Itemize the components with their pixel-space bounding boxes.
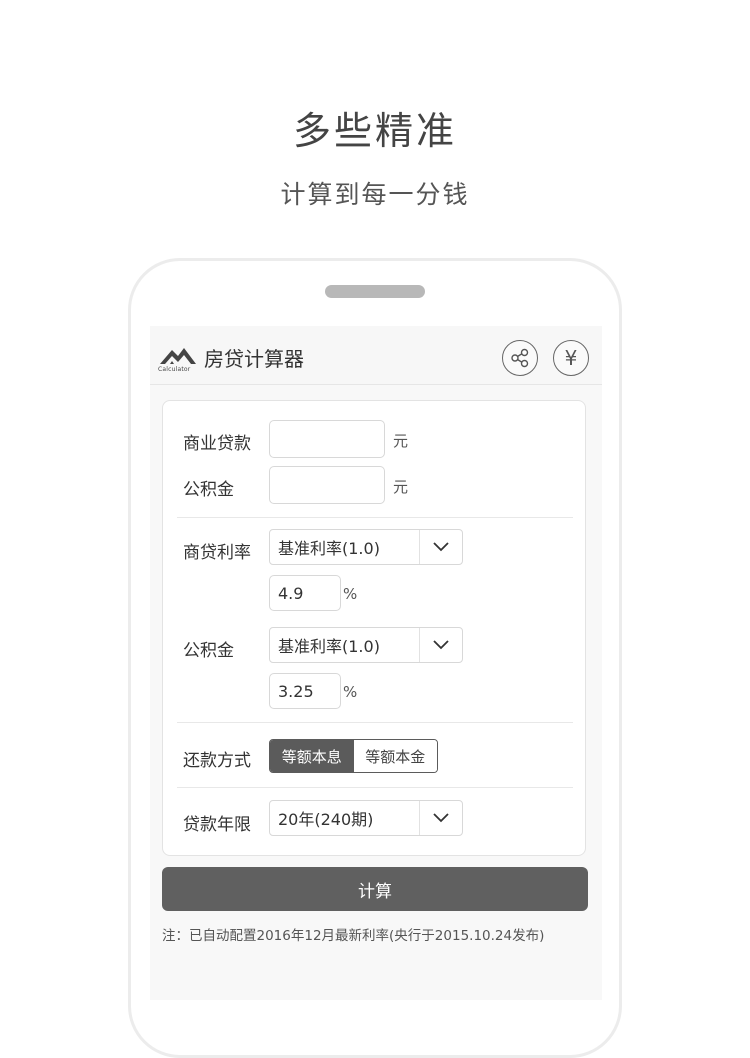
provident-rate-input[interactable]: 3.25	[269, 673, 341, 709]
commercial-rate-input[interactable]: 4.9	[269, 575, 341, 611]
divider	[177, 787, 573, 788]
chevron-down-icon	[419, 628, 462, 662]
chevron-down-icon	[419, 530, 462, 564]
promo-subline: 计算到每一分钱	[280, 180, 470, 209]
term-selected: 20年(240期)	[278, 810, 374, 829]
share-button[interactable]	[502, 340, 538, 376]
repayment-label: 还款方式	[183, 751, 251, 771]
provident-rate-select[interactable]: 基准利率(1.0)	[269, 627, 463, 663]
repayment-segmented-control: 等额本息 等额本金	[269, 739, 438, 773]
calculate-button[interactable]: 计算	[162, 867, 588, 911]
share-icon	[511, 348, 529, 368]
term-select[interactable]: 20年(240期)	[269, 800, 463, 836]
commercial-rate-label: 商贷利率	[183, 543, 251, 563]
provident-fund-label: 公积金	[183, 480, 234, 500]
provident-rate-label: 公积金	[183, 641, 234, 661]
yen-icon: ¥	[564, 346, 578, 370]
term-label: 贷款年限	[183, 815, 251, 835]
divider	[177, 517, 573, 518]
commercial-loan-label: 商业贷款	[183, 434, 251, 454]
promo-headline: 多些精准	[292, 109, 457, 153]
provident-fund-unit: 元	[393, 478, 409, 496]
provident-rate-selected: 基准利率(1.0)	[278, 637, 380, 656]
phone-speaker	[325, 285, 425, 298]
repayment-option-equal-principal[interactable]: 等额本金	[353, 740, 437, 772]
app-title: 房贷计算器	[204, 347, 304, 371]
divider	[177, 722, 573, 723]
logo-caption: Calculator	[158, 366, 191, 373]
commercial-rate-select[interactable]: 基准利率(1.0)	[269, 529, 463, 565]
loan-form-card: 商业贷款 元 公积金 元 商贷利率 基准利率(1.0) 4.9 % 公积金 基准…	[162, 400, 586, 856]
commercial-rate-unit: %	[343, 585, 358, 603]
repayment-option-equal-installment[interactable]: 等额本息	[270, 740, 354, 772]
commercial-rate-selected: 基准利率(1.0)	[278, 539, 380, 558]
currency-button[interactable]: ¥	[553, 340, 589, 376]
provident-fund-input[interactable]	[269, 466, 385, 504]
app-header: Calculator 房贷计算器 ¥	[150, 326, 602, 385]
provident-rate-unit: %	[343, 683, 358, 701]
commercial-loan-unit: 元	[393, 432, 409, 450]
commercial-loan-input[interactable]	[269, 420, 385, 458]
chevron-down-icon	[419, 801, 462, 835]
app-screen: Calculator 房贷计算器 ¥ 商业贷款 元 公积金 元 商贷利率 基准利	[150, 326, 602, 1000]
rate-note: 注：已自动配置2016年12月最新利率(央行于2015.10.24发布)	[162, 928, 545, 944]
